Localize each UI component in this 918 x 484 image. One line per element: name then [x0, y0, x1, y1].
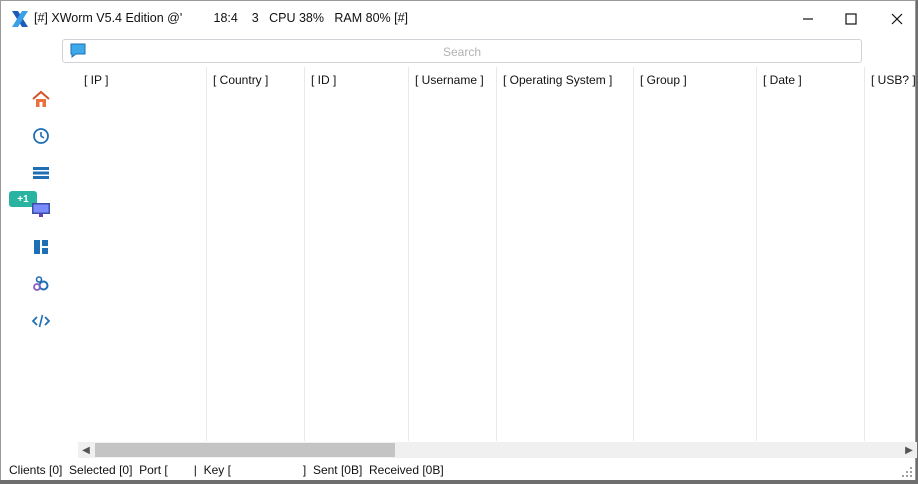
column-header[interactable]: [ USB? ]: [871, 73, 916, 87]
xworm-logo-icon: [12, 11, 28, 27]
minimize-icon: [803, 18, 813, 20]
settings-gears-icon: [33, 276, 49, 291]
history-icon: [33, 128, 49, 144]
title-bar[interactable]: [#] XWorm V5.4 Edition @' 18:4 3 CPU 38%…: [1, 1, 915, 37]
column-date[interactable]: [ Date ]: [757, 67, 865, 441]
column-country[interactable]: [ Country ]: [207, 67, 305, 441]
key-label: Key [: [203, 463, 231, 477]
horizontal-scrollbar[interactable]: ◀ ▶: [78, 442, 917, 458]
list-icon: [33, 167, 49, 179]
sidebar-item-list[interactable]: [31, 163, 51, 183]
close-button[interactable]: [882, 7, 912, 31]
column-header[interactable]: [ ID ]: [311, 73, 336, 87]
chat-bubble-icon: [70, 43, 86, 58]
selected-count: Selected [0]: [69, 463, 133, 477]
column-header[interactable]: [ Country ]: [213, 73, 268, 87]
main-window: [#] XWorm V5.4 Edition @' 18:4 3 CPU 38%…: [0, 0, 917, 480]
sidebar-item-settings[interactable]: [31, 274, 51, 294]
maximize-button[interactable]: [836, 7, 866, 31]
sidebar: +1: [1, 71, 79, 371]
column-username[interactable]: [ Username ]: [409, 67, 497, 441]
clients-table[interactable]: [ IP ] [ Country ] [ ID ] [ Username ] […: [78, 67, 917, 441]
redacted-port: [167, 463, 194, 477]
column-header[interactable]: [ Date ]: [763, 73, 802, 87]
close-icon: [891, 13, 903, 25]
column-group[interactable]: [ Group ]: [634, 67, 757, 441]
scroll-left-arrow-icon[interactable]: ◀: [78, 442, 94, 458]
code-icon: [32, 314, 50, 328]
search-box[interactable]: [62, 39, 862, 63]
clients-count: Clients [0]: [9, 463, 63, 477]
received-bytes: Received [0B]: [368, 463, 444, 477]
sidebar-item-dashboard[interactable]: [31, 237, 51, 257]
column-header[interactable]: [ IP ]: [84, 73, 108, 87]
scrollbar-thumb[interactable]: [95, 443, 395, 457]
column-header[interactable]: [ Group ]: [640, 73, 687, 87]
scroll-right-arrow-icon[interactable]: ▶: [901, 442, 917, 458]
column-header[interactable]: [ Username ]: [415, 73, 484, 87]
minimize-button[interactable]: [793, 7, 823, 31]
column-ip[interactable]: [ IP ]: [78, 67, 207, 441]
monitor-icon: [32, 203, 50, 217]
sidebar-item-monitor[interactable]: [31, 200, 51, 220]
dashboard-icon: [34, 240, 48, 254]
port-label: Port [: [139, 463, 168, 477]
column-id[interactable]: [ ID ]: [305, 67, 409, 441]
sent-bytes: Sent [0B]: [312, 463, 363, 477]
maximize-icon: [845, 13, 857, 25]
status-bar: Clients [0] Selected [0] Port [ | Key [ …: [1, 460, 915, 480]
sidebar-item-home[interactable]: [31, 89, 51, 109]
sidebar-item-code[interactable]: [31, 311, 51, 331]
redacted-key: [230, 463, 303, 477]
column-usb[interactable]: [ USB? ]: [865, 67, 917, 441]
resize-grip-icon[interactable]: [901, 466, 913, 478]
home-icon: [32, 90, 50, 107]
window-title: [#] XWorm V5.4 Edition @' 18:4 3 CPU 38%…: [34, 11, 409, 25]
search-input[interactable]: [93, 42, 831, 62]
column-operating-system[interactable]: [ Operating System ]: [497, 67, 634, 441]
sidebar-item-history[interactable]: [31, 126, 51, 146]
column-header[interactable]: [ Operating System ]: [503, 73, 612, 87]
